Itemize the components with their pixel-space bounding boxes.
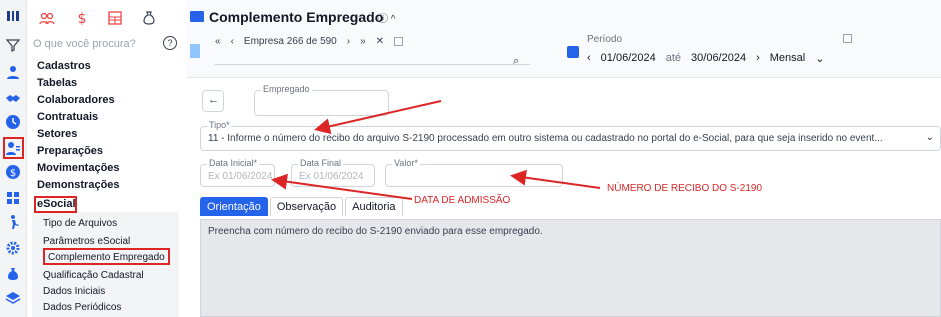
tab-auditoria[interactable]: Auditoria — [345, 197, 403, 216]
layers-icon[interactable] — [3, 288, 23, 308]
tipo-label: Tipo* — [207, 120, 232, 130]
svg-text:$: $ — [78, 11, 87, 26]
tab-bar: Orientação Observação Auditoria — [200, 197, 403, 216]
building-icon — [190, 44, 200, 58]
money-bag-icon[interactable] — [3, 264, 23, 284]
nav-sub-dados-iniciais[interactable]: Dados Iniciais — [43, 286, 105, 297]
periodo-filter: Período ‹ 01/06/2024 até 30/06/2024 › Me… — [567, 32, 867, 72]
tipo-value: 11 - Informe o número do recibo do arqui… — [208, 133, 883, 144]
periodo-label: Período — [587, 34, 623, 45]
highlight-employee-icon — [3, 137, 24, 159]
tipo-select[interactable]: Tipo* 11 - Informe o número do recibo do… — [200, 120, 941, 151]
tab-orientacao[interactable]: Orientação — [200, 197, 268, 216]
periodo-start[interactable]: 01/06/2024 — [601, 52, 656, 65]
nav-sub-tipo-arquivos[interactable]: Tipo de Arquivos — [43, 218, 117, 229]
first-page-icon[interactable]: « — [215, 36, 221, 47]
search-placeholder: O que você procura? — [33, 38, 136, 50]
periodo-sep: até — [665, 52, 682, 64]
calendar-icon — [567, 46, 579, 58]
company-input-line — [215, 64, 530, 65]
last-page-icon[interactable]: » — [360, 36, 366, 47]
pager-text: Empresa 266 de 590 — [243, 36, 337, 47]
data-final-field[interactable]: Data Final Ex 01/06/2024 — [291, 158, 375, 187]
periodo-next-icon[interactable]: › — [756, 52, 760, 65]
page-title: Complemento Empregado — [209, 9, 384, 25]
periodo-prev-icon[interactable]: ‹ — [587, 52, 591, 65]
nav-item-tabelas[interactable]: Tabelas — [37, 77, 77, 89]
grid-icon[interactable] — [3, 188, 23, 208]
company-pager: « ‹ Empresa 266 de 590 › » ✕ — [215, 36, 404, 47]
people-icon[interactable] — [3, 62, 23, 82]
nav-item-cadastros[interactable]: Cadastros — [37, 60, 91, 72]
empregado-label: Empregado — [261, 84, 312, 94]
empregado-field[interactable]: Empregado — [254, 84, 389, 116]
dollar-icon[interactable]: $ — [3, 162, 23, 182]
chevron-down-icon[interactable]: ⌄ — [815, 52, 824, 65]
prev-page-icon[interactable]: ‹ — [231, 36, 234, 47]
search-icon[interactable]: ⌕ — [513, 55, 519, 68]
annotation-recibo: NÚMERO DE RECIBO DO S-2190 — [607, 183, 763, 194]
person-walk-icon[interactable] — [3, 212, 23, 232]
valor-field[interactable]: Valor* — [385, 158, 563, 187]
nav-sub-qualificacao[interactable]: Qualificação Cadastral — [43, 270, 144, 281]
menu-search[interactable]: O que você procura? ? — [0, 35, 187, 55]
svg-text:$: $ — [10, 168, 16, 179]
data-inicial-field[interactable]: Data Inicial* Ex 01/06/2024 — [200, 158, 275, 187]
tipo-chevron-icon: ⌄ — [925, 132, 934, 143]
nav-item-setores[interactable]: Setores — [37, 128, 77, 140]
highlight-esocial — [34, 196, 77, 213]
form-area: ← Empregado Tipo* 11 - Informe o número … — [187, 78, 941, 317]
annotation-admissao: DATA DE ADMISSÃO — [414, 195, 511, 206]
page-header: Complemento Empregado ⓘ ^ « ‹ Empresa 26… — [187, 0, 941, 78]
data-final-placeholder: Ex 01/06/2024 — [299, 171, 364, 182]
nav-tree: Cadastros Tabelas Colaboradores Contratu… — [27, 56, 187, 317]
data-inicial-placeholder: Ex 01/06/2024 — [208, 171, 273, 182]
monitor-icon — [190, 11, 204, 22]
orientacao-panel: Preencha com número do recibo do S-2190 … — [200, 219, 941, 317]
next-page-icon[interactable]: › — [347, 36, 350, 47]
help-icon[interactable]: ? — [163, 36, 177, 50]
periodo-checkbox[interactable] — [843, 34, 852, 43]
periodo-end[interactable]: 30/06/2024 — [691, 52, 746, 65]
tab-observacao[interactable]: Observação — [269, 197, 344, 216]
calculator-icon[interactable] — [105, 8, 125, 28]
company-checkbox[interactable] — [394, 37, 404, 46]
info-icon[interactable]: ⓘ ^ — [378, 10, 395, 25]
nav-item-colaboradores[interactable]: Colaboradores — [37, 94, 115, 106]
nav-item-demonstracoes[interactable]: Demonstrações — [37, 179, 120, 191]
back-button[interactable]: ← — [202, 90, 224, 112]
clock-icon[interactable] — [3, 112, 23, 132]
money-bag-outline-icon[interactable] — [139, 8, 159, 28]
nav-sub-parametros[interactable]: Parâmetros eSocial — [43, 236, 130, 247]
nav-sub-dados-periodicos[interactable]: Dados Periódicos — [43, 302, 121, 313]
handshake-icon[interactable] — [3, 88, 23, 108]
data-final-label: Data Final — [298, 158, 344, 168]
valor-label: Valor* — [392, 158, 420, 168]
data-inicial-label: Data Inicial* — [207, 158, 260, 168]
gear-icon[interactable] — [3, 238, 23, 258]
nav-item-preparacoes[interactable]: Preparações — [37, 145, 103, 157]
nav-item-contratuais[interactable]: Contratuais — [37, 111, 98, 123]
logo-icon — [3, 6, 23, 26]
users-icon[interactable] — [37, 8, 57, 28]
nav-item-movimentacoes[interactable]: Movimentações — [37, 162, 120, 174]
orientacao-text: Preencha com número do recibo do S-2190 … — [208, 226, 543, 237]
arrow-left-icon: ← — [208, 94, 219, 106]
periodo-type[interactable]: Mensal — [770, 52, 805, 65]
clear-icon[interactable]: ✕ — [376, 36, 384, 47]
dollar-sign-icon[interactable]: $ — [72, 8, 92, 28]
top-icon-row: $ — [27, 0, 187, 36]
highlight-complemento — [43, 248, 170, 265]
periodo-row: ‹ 01/06/2024 até 30/06/2024 › Mensal ⌄ — [587, 52, 824, 65]
